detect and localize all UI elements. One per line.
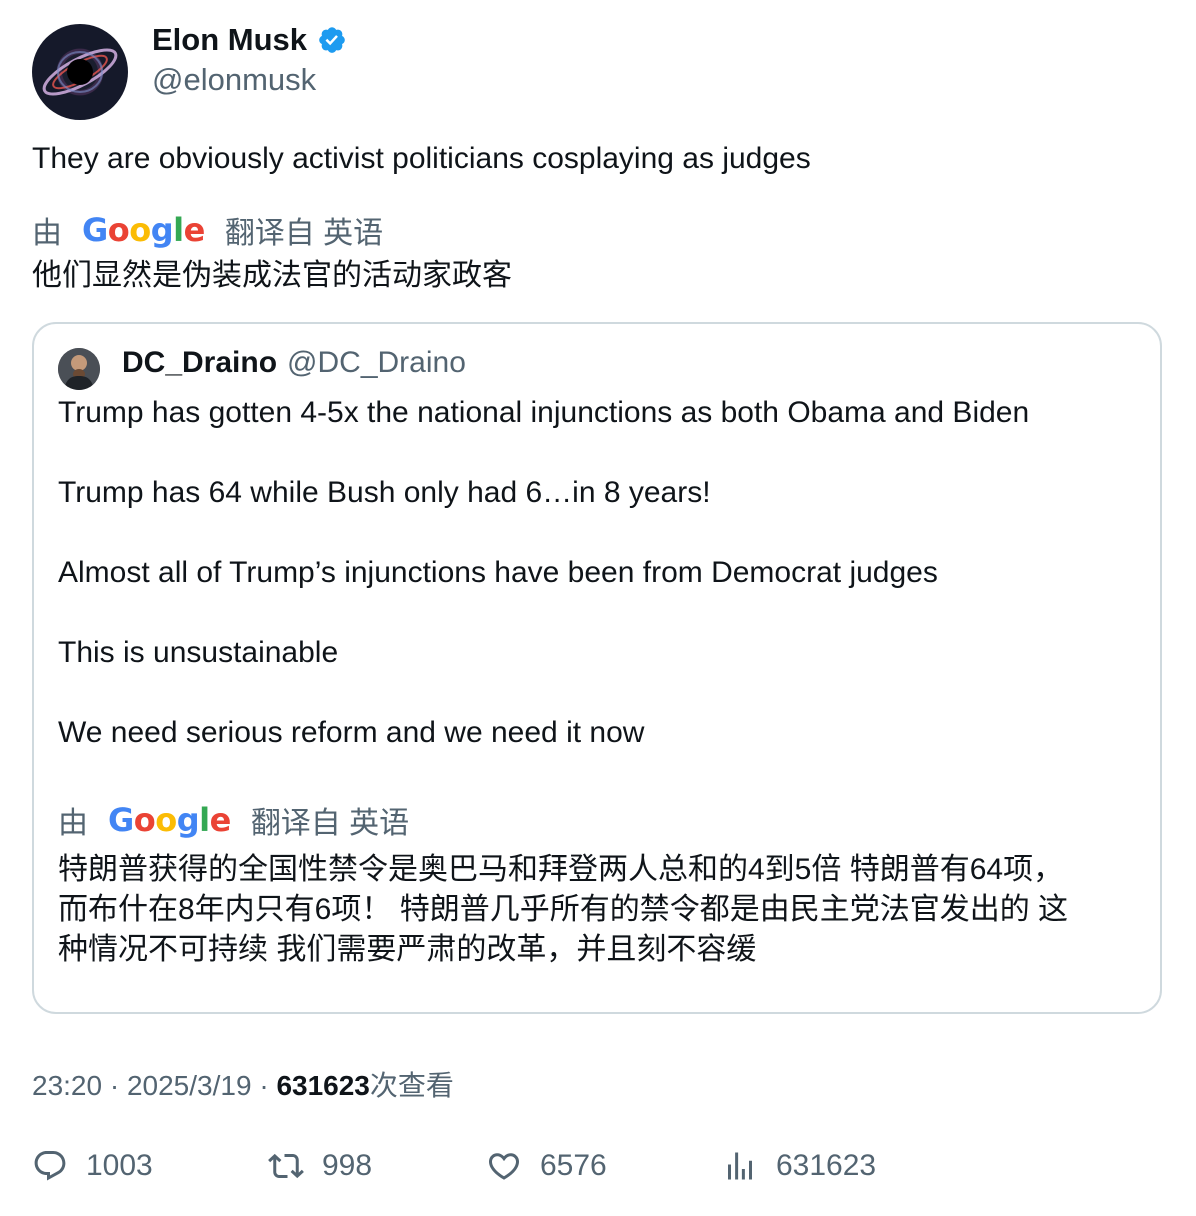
quoted-tweet-line: We need serious reform and we need it no… — [58, 716, 645, 749]
repost-icon — [268, 1153, 304, 1179]
tweet-date[interactable]: 2025/3/19 — [127, 1070, 252, 1101]
reply-count: 1003 — [86, 1149, 153, 1182]
quoted-author-handle: @DC_Draino — [287, 346, 466, 379]
translation-suffix[interactable]: 翻译自 英语 — [251, 798, 409, 842]
reply-icon — [34, 1151, 66, 1181]
author-name-row[interactable]: Elon Musk — [152, 22, 347, 58]
person-photo-image — [58, 348, 100, 390]
reply-button[interactable]: 1003 — [32, 1148, 153, 1184]
views-action-count: 631623 — [776, 1149, 877, 1182]
action-bar: 1003 998 6576 631623 — [32, 1148, 1162, 1192]
google-logo: Google — [82, 211, 205, 249]
translation-prefix: 由 — [32, 217, 62, 250]
quoted-tweet-line: Trump has gotten 4-5x the national injun… — [58, 396, 1030, 429]
like-button[interactable]: 6576 — [486, 1148, 607, 1184]
author-name[interactable]: Elon Musk — [152, 22, 307, 58]
quoted-translation-line: 而布什在8年内只有6项！ 特朗普几乎所有的禁令都是由民主党法官发出的 这 — [58, 893, 1069, 926]
quoted-author-row: DC_Draino @DC_Draino — [122, 346, 466, 380]
quoted-tweet-line: Almost all of Trump’s injunctions have b… — [58, 556, 938, 589]
like-count: 6576 — [540, 1149, 607, 1182]
meta-separator: · — [251, 1070, 277, 1101]
quoted-translation-line: 特朗普获得的全国性禁令是奥巴马和拜登两人总和的4到5倍 特朗普有64项， — [58, 853, 1064, 886]
translation-prefix: 由 — [58, 807, 88, 840]
quoted-author-avatar — [58, 348, 100, 390]
views-label: 次查看 — [369, 1070, 454, 1101]
meta-separator: · — [102, 1070, 127, 1101]
tweet-text: They are obviously activist politicians … — [32, 142, 811, 175]
repost-count: 998 — [322, 1149, 373, 1182]
translation-suffix[interactable]: 翻译自 英语 — [225, 208, 383, 252]
tweet-meta: 23:20 · 2025/3/19 · 631623次查看 — [32, 1064, 454, 1104]
tweet-time[interactable]: 23:20 — [32, 1070, 102, 1101]
quoted-tweet-line: This is unsustainable — [58, 636, 339, 669]
views-count: 631623 — [276, 1070, 370, 1101]
tweet-translation-text: 他们显然是伪装成法官的活动家政客 — [32, 259, 512, 292]
analytics-icon — [728, 1152, 752, 1180]
black-hole-image — [42, 48, 118, 96]
tweet-card: Elon Musk @elonmusk They are obviously a… — [0, 0, 1196, 1216]
verified-badge-icon — [319, 27, 345, 53]
translation-attribution: 由 Google 翻译自 英语 — [32, 208, 383, 252]
quoted-author-name: DC_Draino — [122, 346, 278, 379]
author-avatar[interactable] — [32, 24, 128, 120]
views-button[interactable]: 631623 — [722, 1148, 876, 1184]
quoted-translation-line: 种情况不可持续 我们需要严肃的改革，并且刻不容缓 — [58, 933, 757, 966]
quoted-translation-attribution: 由 Google 翻译自 英语 — [58, 798, 409, 842]
repost-button[interactable]: 998 — [268, 1148, 372, 1184]
heart-icon — [488, 1153, 520, 1180]
quoted-tweet-line: Trump has 64 while Bush only had 6…in 8 … — [58, 476, 711, 509]
author-handle[interactable]: @elonmusk — [152, 62, 316, 98]
quoted-tweet-card[interactable]: DC_Draino @DC_Draino Trump has gotten 4-… — [32, 322, 1162, 1014]
google-logo: Google — [108, 801, 231, 839]
